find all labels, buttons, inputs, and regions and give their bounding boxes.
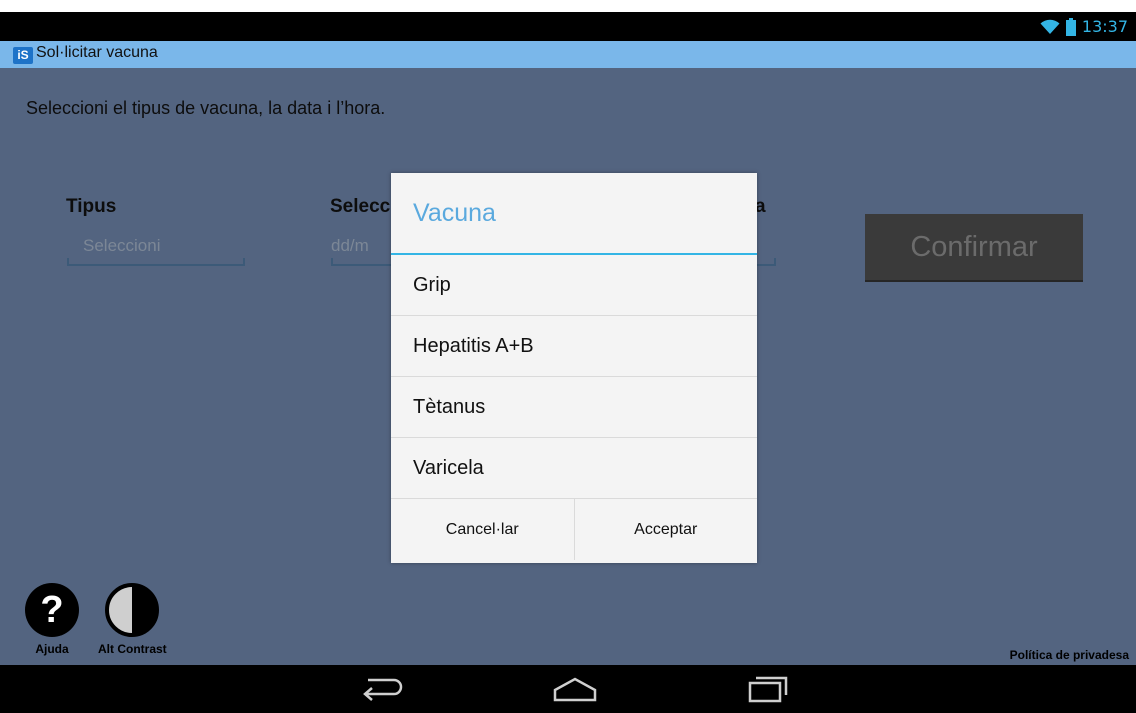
- contrast-icon: [105, 583, 160, 637]
- home-icon: [553, 677, 597, 702]
- dialog-title: Vacuna: [391, 173, 757, 255]
- cancel-button[interactable]: Cancel·lar: [391, 499, 574, 560]
- navigation-bar: [0, 665, 1136, 713]
- type-label: Tipus: [66, 196, 117, 217]
- page-title: Sol·licitar vacuna: [36, 44, 158, 61]
- home-button[interactable]: [551, 665, 599, 713]
- recent-apps-button[interactable]: [746, 665, 790, 713]
- type-placeholder: Seleccioni: [83, 236, 161, 255]
- status-icons: 13:37: [1040, 12, 1128, 41]
- privacy-policy-link[interactable]: Política de privadesa: [1010, 648, 1129, 662]
- vaccine-dialog: Vacuna Grip Hepatitis A+B Tètanus Varice…: [391, 173, 757, 563]
- app-logo: iS: [13, 47, 33, 64]
- dialog-button-bar: Cancel·lar Acceptar: [391, 499, 757, 560]
- back-icon: [363, 678, 403, 701]
- app-title-bar: iS Sol·licitar vacuna: [0, 41, 1136, 68]
- dialog-option-hepatitis[interactable]: Hepatitis A+B: [391, 316, 757, 377]
- type-field[interactable]: Seleccioni: [67, 232, 245, 266]
- back-button[interactable]: [360, 665, 404, 713]
- dialog-option-varicela[interactable]: Varicela: [391, 438, 757, 499]
- date-label: Selecc: [330, 196, 391, 217]
- battery-icon: [1065, 17, 1076, 36]
- dialog-option-tetanus[interactable]: Tètanus: [391, 377, 757, 438]
- recent-apps-icon: [748, 676, 788, 703]
- dialog-option-grip[interactable]: Grip: [391, 255, 757, 316]
- high-contrast-button[interactable]: Alt Contrast: [98, 583, 167, 656]
- contrast-label: Alt Contrast: [98, 642, 167, 656]
- help-button[interactable]: ? Ajuda: [25, 583, 79, 656]
- confirm-button[interactable]: Confirmar: [865, 214, 1083, 282]
- date-placeholder: dd/m: [331, 236, 369, 255]
- accept-button[interactable]: Acceptar: [573, 499, 758, 560]
- instructions-text: Seleccioni el tipus de vacuna, la data i…: [26, 98, 386, 118]
- clock: 13:37: [1081, 17, 1128, 36]
- help-label: Ajuda: [35, 642, 69, 656]
- help-icon: ?: [25, 583, 79, 637]
- wifi-icon: [1040, 19, 1060, 34]
- status-bar: 13:37: [0, 12, 1136, 41]
